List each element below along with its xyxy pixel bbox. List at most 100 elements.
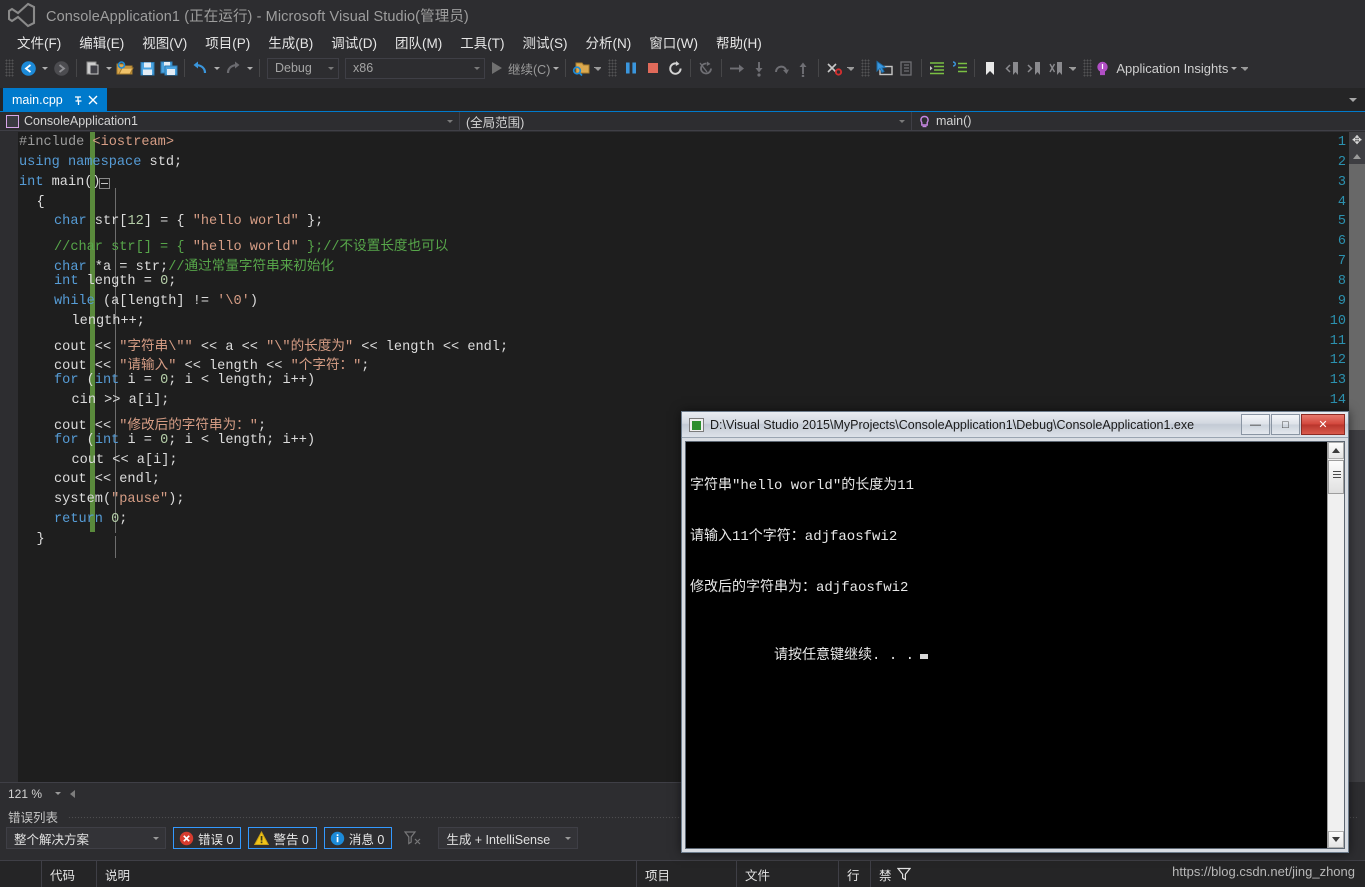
menu-project[interactable]: 项目(P) — [196, 29, 259, 55]
step-over-icon[interactable] — [726, 57, 748, 79]
code-line[interactable]: using namespace std; — [19, 155, 182, 170]
code-line[interactable]: while (a[length] != '\0') — [54, 294, 258, 309]
pin-icon[interactable] — [71, 92, 86, 108]
code-line[interactable]: int main() — [19, 175, 101, 190]
menu-view[interactable]: 视图(V) — [133, 29, 196, 55]
toolbar-grip[interactable] — [5, 59, 14, 77]
navbar-member-dropdown[interactable]: main() — [912, 112, 1365, 131]
bookmark-overflow-icon[interactable] — [1067, 57, 1078, 79]
continue-button[interactable]: 继续(C) — [492, 59, 550, 78]
solution-configuration-dropdown[interactable]: Debug — [267, 57, 339, 79]
navigate-backward-icon[interactable] — [17, 57, 39, 79]
previous-bookmark-icon[interactable] — [1001, 57, 1023, 79]
menu-window[interactable]: 窗口(W) — [640, 29, 707, 55]
messages-filter-button[interactable]: 消息 0 — [323, 827, 393, 849]
code-line[interactable]: cout << endl; — [54, 472, 160, 487]
scroll-left-icon[interactable] — [66, 785, 78, 803]
column-project[interactable]: 项目 — [637, 860, 737, 887]
console-close-button[interactable]: ✕ — [1301, 414, 1345, 435]
breakpoint-overflow-icon[interactable] — [845, 57, 856, 79]
menu-test[interactable]: 测试(S) — [514, 29, 577, 55]
console-vertical-scrollbar[interactable] — [1327, 442, 1344, 848]
menu-debug[interactable]: 调试(D) — [322, 29, 386, 55]
build-intellisense-dropdown[interactable]: 生成 + IntelliSense — [438, 827, 579, 849]
undo-dropdown-icon[interactable] — [211, 57, 222, 79]
toolbar-grip[interactable] — [861, 59, 871, 77]
clear-bookmarks-icon[interactable] — [1045, 57, 1067, 79]
scroll-up-icon[interactable] — [1349, 148, 1365, 164]
navbar-scope-dropdown[interactable]: (全局范围) — [460, 111, 912, 131]
code-line[interactable]: cout << a[i]; — [72, 453, 178, 468]
solution-platform-dropdown[interactable]: x86 — [345, 57, 485, 79]
step-over-curve-icon[interactable] — [770, 57, 792, 79]
warnings-filter-button[interactable]: 警告 0 — [248, 827, 317, 849]
scrollbar-thumb[interactable] — [1349, 164, 1365, 430]
code-line[interactable]: cout << "修改后的字符串为："; — [54, 413, 266, 434]
application-insights-button[interactable]: Application Insights — [1095, 60, 1228, 77]
open-file-icon[interactable] — [114, 57, 136, 79]
delete-all-breakpoints-icon[interactable] — [823, 57, 845, 79]
console-minimize-button[interactable]: — — [1241, 414, 1270, 435]
xaml-tree-icon[interactable] — [895, 57, 917, 79]
tab-overflow-dropdown[interactable] — [1349, 88, 1363, 112]
restart-icon[interactable] — [664, 57, 686, 79]
code-line[interactable]: //char str[] = { "hello world" };//不设置长度… — [54, 234, 448, 255]
comment-lines-icon[interactable] — [948, 57, 970, 79]
next-bookmark-icon[interactable] — [1023, 57, 1045, 79]
zoom-level-dropdown[interactable]: 121 % — [2, 785, 66, 803]
menu-file[interactable]: 文件(F) — [8, 29, 70, 55]
toggle-bookmark-icon[interactable] — [979, 57, 1001, 79]
console-window[interactable]: D:\Visual Studio 2015\MyProjects\Console… — [681, 411, 1349, 853]
toolbar-overflow-icon[interactable] — [1239, 57, 1250, 79]
attach-overflow-icon[interactable] — [592, 57, 603, 79]
menu-team[interactable]: 团队(M) — [386, 29, 451, 55]
code-line[interactable]: cout << "请输入" << length << "个字符："; — [54, 353, 369, 374]
code-line[interactable]: system("pause"); — [54, 492, 185, 507]
break-all-icon[interactable] — [620, 57, 642, 79]
code-line[interactable]: { — [37, 195, 45, 210]
step-out-icon[interactable] — [792, 57, 814, 79]
application-insights-dropdown-icon[interactable] — [1228, 57, 1239, 79]
code-line[interactable]: for (int i = 0; i < length; i++) — [54, 373, 315, 388]
error-scope-dropdown[interactable]: 整个解决方案 — [6, 827, 166, 849]
errors-filter-button[interactable]: 错误 0 — [173, 827, 242, 849]
code-line[interactable]: length++; — [72, 314, 145, 329]
code-line[interactable]: return 0; — [54, 512, 127, 527]
column-file[interactable]: 文件 — [737, 860, 839, 887]
continue-dropdown-icon[interactable] — [550, 57, 561, 79]
close-icon[interactable] — [86, 92, 101, 108]
code-line[interactable]: for (int i = 0; i < length; i++) — [54, 433, 315, 448]
redo-icon[interactable] — [222, 57, 244, 79]
console-output-area[interactable]: 字符串"hello world"的长度为11 请输入11个字符：adjfaosf… — [685, 441, 1345, 849]
menu-build[interactable]: 生成(B) — [259, 29, 322, 55]
save-icon[interactable] — [136, 57, 158, 79]
clear-filter-icon[interactable] — [400, 827, 424, 849]
editor-vertical-scrollbar[interactable] — [1349, 148, 1365, 782]
column-icon[interactable] — [0, 860, 42, 887]
save-all-icon[interactable] — [158, 57, 180, 79]
tab-main-cpp[interactable]: main.cpp — [3, 88, 107, 112]
column-description[interactable]: 说明 — [97, 860, 637, 887]
menu-tools[interactable]: 工具(T) — [451, 29, 513, 55]
code-line[interactable]: } — [37, 532, 45, 547]
split-view-icon[interactable]: ✥ — [1349, 132, 1365, 148]
console-scroll-down-icon[interactable] — [1328, 831, 1344, 848]
new-project-icon[interactable] — [81, 57, 103, 79]
collapse-toggle-icon[interactable] — [99, 178, 110, 189]
attach-to-process-icon[interactable] — [570, 57, 592, 79]
step-into-icon[interactable] — [748, 57, 770, 79]
menu-edit[interactable]: 编辑(E) — [70, 29, 133, 55]
code-line[interactable]: char str[12] = { "hello world" }; — [54, 214, 323, 229]
stop-debugging-icon[interactable] — [642, 57, 664, 79]
toolbar-grip[interactable] — [608, 59, 618, 77]
navbar-project-dropdown[interactable]: ConsoleApplication1 — [0, 111, 460, 131]
new-project-dropdown-icon[interactable] — [103, 57, 114, 79]
menu-analyze[interactable]: 分析(N) — [577, 29, 641, 55]
select-element-icon[interactable] — [873, 57, 895, 79]
increase-indent-icon[interactable] — [926, 57, 948, 79]
navigate-forward-icon[interactable] — [50, 57, 72, 79]
menu-help[interactable]: 帮助(H) — [707, 29, 771, 55]
code-line[interactable]: char *a = str;//通过常量字符串来初始化 — [54, 254, 334, 275]
code-line[interactable]: cin >> a[i]; — [72, 393, 170, 408]
code-line[interactable]: cout << "字符串\"" << a << "\"的长度为" << leng… — [54, 334, 508, 355]
